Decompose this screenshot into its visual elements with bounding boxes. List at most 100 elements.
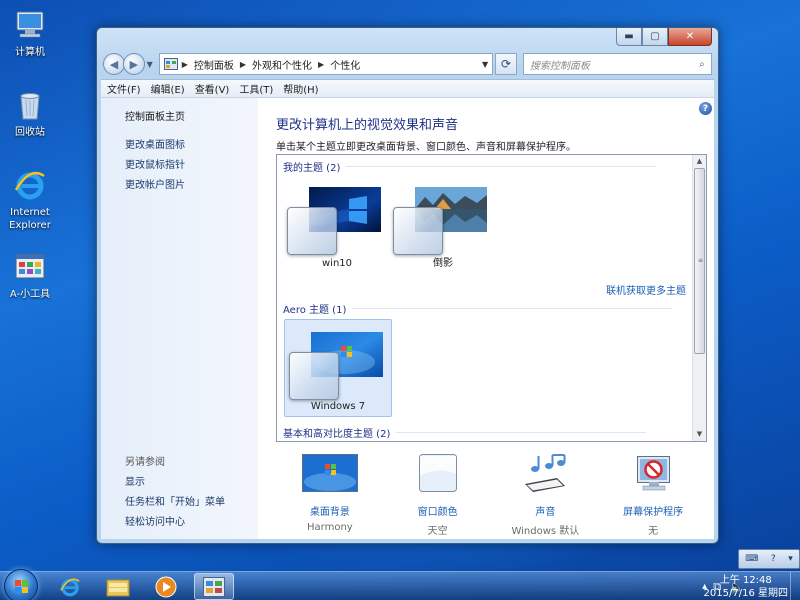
taskbar-internet-explorer[interactable] (50, 573, 90, 600)
setting-label: 桌面背景 (309, 507, 350, 518)
navigation-bar: ◀ ▶ ▼ ▶ 控制面板 ▶ 外观和个性化 ▶ 个性化 ▼ ⟳ 搜索控制面板 ⌕ (103, 52, 712, 76)
theme-reflection[interactable]: 倒影 (389, 175, 497, 273)
recycle-bin-icon (20, 93, 40, 120)
setting-value: 天空 (427, 526, 448, 537)
breadcrumb-separator: ▶ (318, 59, 325, 69)
divider (396, 432, 647, 433)
back-button[interactable]: ◀ (103, 53, 125, 75)
window-content: 控制面板主页 更改桌面图标 更改鼠标指针 更改帐户图片 另请参阅 显示 任务栏和… (101, 98, 714, 539)
taskbar-media-player[interactable] (146, 573, 186, 600)
divider (346, 166, 657, 167)
window-color-setting[interactable]: 窗口颜色 天空 (384, 454, 492, 538)
refresh-icon: ⟳ (500, 57, 511, 71)
search-placeholder: 搜索控制面板 (529, 60, 590, 72)
search-box[interactable]: 搜索控制面板 ⌕ (522, 53, 712, 75)
help-icon[interactable]: ? (699, 102, 712, 115)
menu-file[interactable]: 文件(F) (107, 81, 141, 96)
personalization-window: ▬ ▢ ✕ ◀ ▶ ▼ ▶ 控制面板 ▶ 外观和个性化 ▶ 个性化 ▼ ⟳ 搜索… (96, 27, 719, 544)
taskbar-windows-explorer[interactable] (98, 573, 138, 600)
desktop-icon-label: 计算机 (15, 47, 45, 58)
menu-view[interactable]: 查看(V) (195, 81, 230, 96)
display-link[interactable]: 显示 (125, 473, 145, 488)
desktop-icon-internet-explorer[interactable]: Internet Explorer (4, 168, 56, 232)
divider (352, 308, 673, 309)
language-help-icon[interactable]: ? (771, 554, 776, 564)
change-account-picture-link[interactable]: 更改帐户图片 (125, 176, 185, 191)
sounds-setting[interactable]: 声音 Windows 默认 (492, 454, 600, 538)
language-bar[interactable]: ⌨ ? ▾ (738, 549, 800, 569)
forward-button[interactable]: ▶ (122, 53, 145, 75)
setting-value: Harmony (307, 522, 353, 533)
menu-help[interactable]: 帮助(H) (283, 81, 318, 96)
get-more-themes-link[interactable]: 联机获取更多主题 (606, 282, 686, 297)
desktop-icon-recycle-bin[interactable]: 回收站 (4, 88, 56, 139)
menu-tools[interactable]: 工具(T) (239, 81, 273, 96)
window-color-icon (418, 454, 457, 492)
breadcrumb-separator: ▶ (181, 59, 188, 69)
page-title: 更改计算机上的视觉效果和声音 (276, 118, 459, 133)
clock-time: 上午 12:48 (719, 575, 772, 586)
breadcrumb-appearance[interactable]: 外观和个性化 (252, 57, 312, 72)
scroll-up-button[interactable]: ▲ (693, 155, 706, 168)
group-header-label: Aero 主题 (1) (283, 305, 347, 316)
desktop-background-setting[interactable]: 桌面背景 Harmony (276, 454, 384, 538)
desktop-icon-computer[interactable]: 计算机 (4, 8, 56, 59)
setting-value: 无 (648, 526, 659, 537)
see-also-heading: 另请参阅 (125, 457, 165, 468)
change-mouse-pointers-link[interactable]: 更改鼠标指针 (125, 156, 185, 171)
arrow-left-icon: ◀ (109, 57, 119, 71)
desktop-background-icon (301, 454, 358, 492)
scroll-down-button[interactable]: ▼ (693, 428, 706, 441)
scroll-grip-icon: ≡ (698, 257, 704, 264)
keyboard-icon[interactable]: ⌨ (745, 554, 758, 564)
desktop-icon-tools[interactable]: A-小工具 (4, 250, 56, 301)
theme-name: win10 (321, 258, 353, 269)
search-icon[interactable]: ⌕ (693, 59, 711, 70)
theme-windows-7[interactable]: Windows 7 (284, 319, 392, 417)
arrow-right-icon: ▶ (129, 57, 139, 71)
clock[interactable]: 上午 12:48 2015/7/16 星期四 (704, 574, 788, 600)
page-description: 单击某个主题立即更改桌面背景、窗口颜色、声音和屏幕保护程序。 (276, 142, 576, 153)
group-header-label: 基本和高对比度主题 (2) (283, 429, 391, 440)
breadcrumb-personalization[interactable]: 个性化 (330, 57, 360, 72)
scroll-thumb[interactable]: ≡ (694, 168, 705, 354)
ie-icon (14, 171, 45, 200)
language-bar-options-icon[interactable]: ▾ (788, 554, 793, 564)
maximize-button[interactable]: ▢ (642, 28, 668, 46)
theme-list-scrollbar[interactable]: ▲ ≡ ▼ (692, 155, 706, 441)
theme-name: 倒影 (433, 258, 453, 269)
window-controls: ▬ ▢ ✕ (616, 28, 712, 46)
ease-of-access-link[interactable]: 轻松访问中心 (125, 513, 185, 528)
theme-win10[interactable]: win10 (283, 175, 391, 273)
ie-icon (60, 578, 80, 596)
win10-color-swatch (287, 207, 337, 255)
taskbar-start-menu-link[interactable]: 任务栏和「开始」菜单 (125, 493, 225, 508)
address-bar[interactable]: ▶ 控制面板 ▶ 外观和个性化 ▶ 个性化 ▼ (158, 53, 494, 75)
start-button[interactable] (4, 569, 38, 600)
theme-list: 我的主题 (2) win10 倒影 联机获取更多主题 Aero 主题 (1) W… (276, 154, 707, 442)
address-dropdown-button[interactable]: ▼ (478, 60, 492, 69)
reflection-color-swatch (393, 207, 443, 255)
taskbar-control-panel[interactable] (194, 573, 234, 600)
breadcrumb-control-panel[interactable]: 控制面板 (194, 57, 234, 72)
refresh-button[interactable]: ⟳ (495, 53, 517, 75)
setting-label: 声音 (535, 507, 556, 518)
screensaver-setting[interactable]: 屏幕保护程序 无 (599, 454, 707, 538)
screensaver-icon (637, 456, 671, 491)
menu-bar: 文件(F) 编辑(E) 查看(V) 工具(T) 帮助(H) (101, 79, 714, 98)
tools-icon (15, 253, 45, 279)
theme-settings-row: 桌面背景 Harmony 窗口颜色 天空 声音 Windows 默认 屏幕保护程… (276, 454, 707, 538)
clock-date: 2015/7/16 星期四 (703, 588, 788, 599)
desktop-icon-label-line2: Explorer (9, 220, 51, 231)
change-desktop-icons-link[interactable]: 更改桌面图标 (125, 136, 185, 151)
windows-7-color-swatch (289, 352, 339, 400)
minimize-button[interactable]: ▬ (616, 28, 642, 46)
control-panel-home-link[interactable]: 控制面板主页 (125, 108, 185, 123)
desktop-icon-label: 回收站 (15, 127, 45, 138)
show-desktop-button[interactable] (790, 572, 800, 600)
task-pane: 控制面板主页 更改桌面图标 更改鼠标指针 更改帐户图片 另请参阅 显示 任务栏和… (101, 98, 258, 539)
menu-edit[interactable]: 编辑(E) (151, 81, 185, 96)
recent-pages-dropdown[interactable]: ▼ (145, 60, 155, 69)
main-content: ? 更改计算机上的视觉效果和声音 单击某个主题立即更改桌面背景、窗口颜色、声音和… (258, 98, 714, 539)
close-button[interactable]: ✕ (668, 28, 712, 46)
